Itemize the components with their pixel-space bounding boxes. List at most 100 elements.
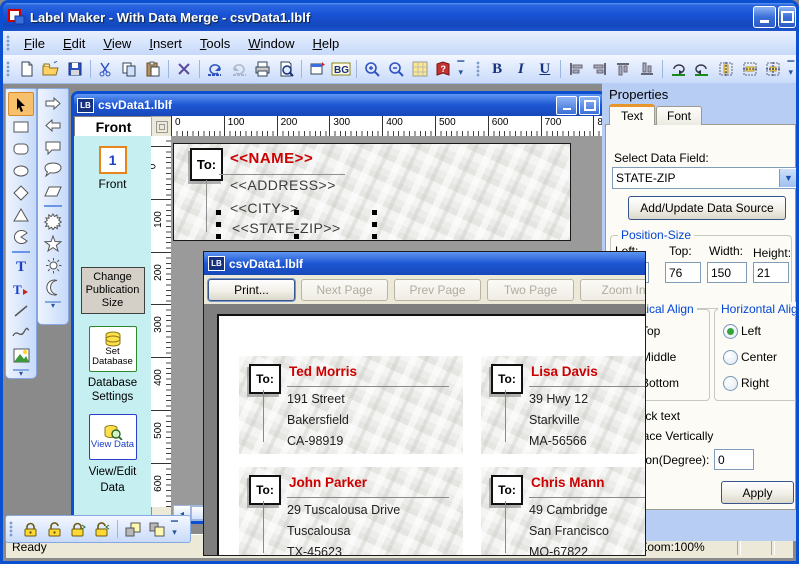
align-top-icon[interactable] <box>611 58 635 81</box>
to-box[interactable]: To: <box>190 148 223 181</box>
unlock-icon[interactable] <box>42 518 66 541</box>
center-vertical-icon[interactable] <box>714 58 738 81</box>
zoom-in-button[interactable] <box>360 58 384 81</box>
view-data-button[interactable]: View Data <box>89 414 137 460</box>
selection-handle[interactable] <box>216 234 221 239</box>
bring-to-front-icon[interactable] <box>121 518 145 541</box>
height-field[interactable]: 21 <box>753 262 789 283</box>
undo-button[interactable] <box>203 58 227 81</box>
halign-center-radio[interactable] <box>723 350 738 365</box>
menu-tools[interactable]: Tools <box>191 33 239 54</box>
document-minimize-button[interactable] <box>556 96 577 115</box>
halign-right-radio[interactable] <box>723 376 738 391</box>
selection-handle[interactable] <box>294 234 299 239</box>
select-arrow-icon[interactable] <box>8 92 34 116</box>
background-button[interactable]: BG <box>329 58 353 81</box>
ellipse-icon[interactable] <box>9 160 33 182</box>
zoom-in-button[interactable]: Zoom In <box>580 279 646 301</box>
selection-handle[interactable] <box>372 210 377 215</box>
selection-handle[interactable] <box>372 222 377 227</box>
page-thumbnail[interactable]: 1 <box>99 146 127 174</box>
palette-handle[interactable]: ▾ <box>13 369 29 378</box>
pacman-icon[interactable] <box>9 226 33 248</box>
halign-left-radio[interactable] <box>723 324 738 339</box>
print-preview-button[interactable] <box>274 58 298 81</box>
redo-button[interactable] <box>227 58 251 81</box>
speech-bubble-round-icon[interactable] <box>41 158 65 180</box>
delete-button[interactable] <box>172 58 196 81</box>
italic-button[interactable]: I <box>509 58 533 81</box>
menu-insert[interactable]: Insert <box>140 33 191 54</box>
diamond-icon[interactable] <box>9 182 33 204</box>
address-merge-field[interactable]: <<ADDRESS>> <box>230 177 336 193</box>
text-field-tool-icon[interactable]: T <box>9 278 33 300</box>
arrow-left-icon[interactable] <box>41 114 65 136</box>
toolbar-overflow-icon[interactable]: ▔▾ <box>785 59 796 79</box>
toolbar-overflow-icon[interactable]: ▔▾ <box>455 59 466 79</box>
rotate-left-icon[interactable] <box>666 58 690 81</box>
send-to-back-icon[interactable] <box>145 518 169 541</box>
tab-font[interactable]: Font <box>656 106 702 125</box>
menu-edit[interactable]: Edit <box>54 33 94 54</box>
data-field-combobox[interactable]: STATE-ZIP ▼ <box>612 167 799 189</box>
paste-button[interactable] <box>141 58 165 81</box>
copy-button[interactable] <box>117 58 141 81</box>
top-field[interactable]: 76 <box>665 262 701 283</box>
document-maximize-button[interactable] <box>579 96 600 115</box>
properties-button[interactable] <box>305 58 329 81</box>
help-button[interactable]: ? <box>431 58 455 81</box>
add-update-data-source-button[interactable]: Add/Update Data Source <box>628 196 786 220</box>
speech-bubble-icon[interactable] <box>41 136 65 158</box>
minimize-button[interactable] <box>753 6 776 28</box>
align-bottom-icon[interactable] <box>635 58 659 81</box>
lock-icon[interactable] <box>18 518 42 541</box>
menu-help[interactable]: Help <box>303 33 348 54</box>
open-button[interactable] <box>39 58 63 81</box>
ruler-origin-box[interactable] <box>151 116 173 138</box>
sun-icon[interactable] <box>41 254 65 276</box>
statezip-merge-field[interactable]: <<STATE-ZIP>> <box>232 220 341 236</box>
rotate-right-icon[interactable] <box>690 58 714 81</box>
menu-grip[interactable] <box>6 35 11 51</box>
toolbar-grip[interactable] <box>6 61 11 77</box>
arrange-toolbar-grip[interactable] <box>9 521 14 537</box>
text-tool-icon[interactable]: T <box>9 256 33 278</box>
format-toolbar-grip[interactable] <box>476 61 481 77</box>
starburst-icon[interactable] <box>41 210 65 232</box>
menu-view[interactable]: View <box>94 33 140 54</box>
curve-tool-icon[interactable] <box>9 322 33 344</box>
name-merge-field[interactable]: <<NAME>> <box>230 150 313 167</box>
grid-button[interactable] <box>408 58 432 81</box>
zoom-out-button[interactable] <box>384 58 408 81</box>
center-both-icon[interactable] <box>761 58 785 81</box>
bold-button[interactable]: B <box>485 58 509 81</box>
menu-window[interactable]: Window <box>239 33 303 54</box>
print-button[interactable]: Print... <box>208 279 295 301</box>
rectangle-icon[interactable] <box>9 116 33 138</box>
parallelogram-icon[interactable] <box>41 180 65 202</box>
line-tool-icon[interactable] <box>9 300 33 322</box>
menu-file[interactable]: File <box>15 33 54 54</box>
width-field[interactable]: 150 <box>707 262 747 283</box>
center-horizontal-icon[interactable] <box>738 58 762 81</box>
toolbar-overflow-icon[interactable]: ▔▾ <box>169 519 180 539</box>
unlock-all-icon[interactable] <box>90 518 114 541</box>
change-publication-size-button[interactable]: Change Publication Size <box>81 267 145 314</box>
chevron-down-icon[interactable]: ▼ <box>779 169 797 187</box>
rotation-field[interactable]: 0 <box>714 449 754 470</box>
selection-handle[interactable] <box>216 222 221 227</box>
crescent-icon[interactable] <box>41 276 65 298</box>
underline-button[interactable]: U <box>533 58 557 81</box>
cut-button[interactable] <box>94 58 118 81</box>
prev-page-button[interactable]: Prev Page <box>394 279 481 301</box>
image-tool-icon[interactable] <box>9 344 33 366</box>
align-left-icon[interactable] <box>564 58 588 81</box>
maximize-button[interactable] <box>778 6 796 28</box>
next-page-button[interactable]: Next Page <box>301 279 388 301</box>
selection-handle[interactable] <box>372 234 377 239</box>
print-button[interactable] <box>251 58 275 81</box>
lock-all-icon[interactable] <box>66 518 90 541</box>
palette-handle[interactable]: ▾ <box>45 301 61 310</box>
apply-button[interactable]: Apply <box>721 481 794 504</box>
save-button[interactable] <box>63 58 87 81</box>
